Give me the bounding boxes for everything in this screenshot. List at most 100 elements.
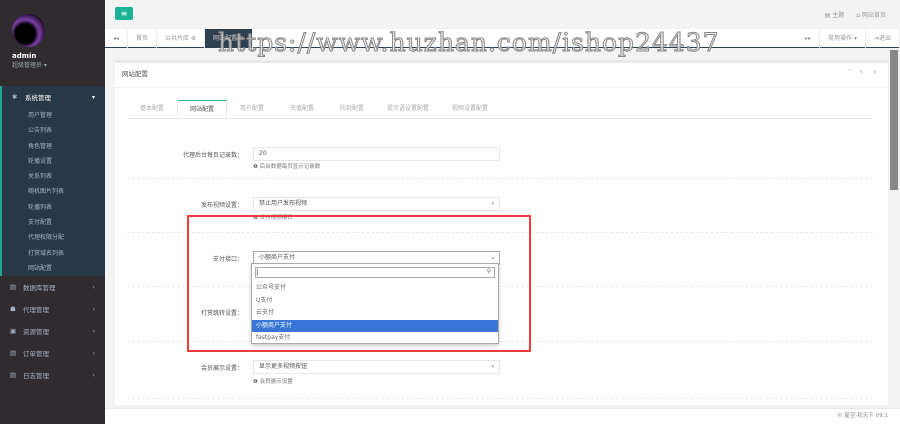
notice-link[interactable]: ▤ 主题 bbox=[825, 10, 845, 19]
help-text: ❶ 后台数据每页显示记录数 bbox=[253, 164, 321, 170]
home-label: 网站首页 bbox=[861, 12, 886, 19]
page-size-input[interactable]: 20 bbox=[253, 147, 500, 161]
menu-icon: ▣ bbox=[10, 327, 17, 336]
gear-icon: ✱ bbox=[12, 93, 18, 101]
menu-icon: ▤ bbox=[10, 349, 17, 358]
help-label: 发布视频接口 bbox=[259, 215, 293, 221]
divider bbox=[127, 178, 873, 179]
help-text: ❶ 会员展示设置 bbox=[253, 379, 293, 385]
dropdown-option[interactable]: fastpay支付 bbox=[252, 332, 498, 345]
sidebar: admin 超级管理员 ▾ ✱ 系统管理 ▾ 用户管理 公告列表 角色管理 轮播设置 关系列… bbox=[0, 0, 105, 424]
dropdown-option[interactable]: 小额商户支付 bbox=[252, 319, 498, 332]
tab-public-library[interactable]: 公共片库 ⊗ bbox=[157, 29, 205, 48]
divider bbox=[127, 286, 873, 287]
logout-button[interactable]: ⇥退出 bbox=[866, 29, 900, 48]
logout-label: 退出 bbox=[878, 35, 891, 42]
form-tab[interactable]: 基本配置 bbox=[127, 100, 177, 118]
nav-system-management[interactable]: ✱ 系统管理 ▾ bbox=[2, 86, 105, 108]
nav-group[interactable]: ▤ 数据库管理 ‹ bbox=[0, 276, 105, 298]
caret-down-icon: ▾ bbox=[491, 201, 494, 207]
nav-sub-item[interactable]: 轮播设置 bbox=[2, 154, 105, 169]
nav-sub-item[interactable]: 公告列表 bbox=[2, 123, 105, 138]
nav-sub-item[interactable]: 网站配置 bbox=[2, 261, 105, 276]
chevron-left-icon: ‹ bbox=[92, 349, 95, 357]
divider bbox=[127, 232, 873, 233]
nav-group[interactable]: ▣ 资源管理 ‹ bbox=[0, 320, 105, 342]
dropdown-option[interactable]: 云支付 bbox=[252, 307, 498, 320]
nav-group[interactable]: ▤ 日志管理 ‹ bbox=[0, 364, 105, 386]
panel-tools[interactable]: ⌃ ✎ ✕ bbox=[846, 69, 880, 76]
video-setting-select[interactable]: 禁止用户发布视频 ▾ bbox=[253, 197, 500, 211]
search-icon: ⚲ bbox=[486, 268, 491, 275]
nav-group[interactable]: ☗ 代理管理 ‹ bbox=[0, 298, 105, 320]
scrollbar[interactable] bbox=[888, 48, 900, 408]
menu-icon: ▤ bbox=[10, 283, 17, 292]
help-label: 后台数据每页显示记录数 bbox=[259, 164, 321, 170]
tab-scroll-left[interactable]: ◂◂ bbox=[105, 29, 129, 48]
form-tabs: 基本配置 网站配置 用户配置 充值配置 防封配置 提示语设置配置 视频设置配置 bbox=[127, 100, 873, 119]
nav-sub-item[interactable]: 随机图片列表 bbox=[2, 184, 105, 199]
form-tab[interactable]: 充值配置 bbox=[277, 100, 327, 118]
nav-sub-item[interactable]: 打赏域名列表 bbox=[2, 246, 105, 261]
chevron-left-icon: ‹ bbox=[92, 305, 95, 313]
nav-group[interactable]: ▤ 订单管理 ‹ bbox=[0, 342, 105, 364]
nav-sub-item[interactable]: 角色管理 bbox=[2, 139, 105, 154]
tab-home[interactable]: 首页 bbox=[128, 29, 158, 48]
select-value: 显示更多视频按钮 bbox=[259, 363, 308, 370]
nav-sub-item[interactable]: 代理权限分配 bbox=[2, 230, 105, 245]
select-value: 小额商户支付 bbox=[259, 254, 296, 261]
divider bbox=[127, 398, 873, 399]
nav-sub-item[interactable]: 轮播列表 bbox=[2, 200, 105, 215]
member-display-select[interactable]: 显示更多视频按钮 ▾ bbox=[253, 360, 500, 374]
nav-group-system: ✱ 系统管理 ▾ 用户管理 公告列表 角色管理 轮播设置 关系列表 随机图片列表 轮播列表 支付配… bbox=[0, 86, 105, 277]
panel-title: 网站配置 bbox=[115, 63, 888, 88]
form-tab[interactable]: 提示语设置配置 bbox=[377, 100, 439, 118]
form-tab[interactable]: 用户配置 bbox=[227, 100, 277, 118]
dropdown-option[interactable]: 公众号支付 bbox=[252, 282, 498, 295]
nav-sub-item[interactable]: 支付配置 bbox=[2, 215, 105, 230]
nav-sub-item[interactable]: 用户管理 bbox=[2, 108, 105, 123]
config-panel: 网站配置 ⌃ ✎ ✕ 基本配置 网站配置 用户配置 充值配置 防封配置 提示语设置配置 视频… bbox=[115, 60, 888, 405]
chevron-left-icon: ‹ bbox=[92, 371, 95, 379]
menu-icon: ☗ bbox=[10, 305, 16, 314]
avatar bbox=[12, 14, 45, 47]
field-label: 发布视频设置： bbox=[200, 202, 243, 209]
form-tab[interactable]: 视频设置配置 bbox=[439, 100, 501, 118]
tab-site-config[interactable]: 网站配置 ⊗ bbox=[204, 29, 253, 48]
home-link[interactable]: ⌂ 网站首页 bbox=[856, 10, 886, 19]
notice-label: 主题 bbox=[832, 12, 845, 19]
nav-label: 资源管理 bbox=[23, 328, 49, 337]
topbar: ≡ ▤ 主题 ⌂ 网站首页 bbox=[105, 0, 900, 29]
dropdown-option[interactable]: U支付 bbox=[252, 295, 498, 308]
nav-label: 订单管理 bbox=[23, 350, 49, 359]
chevron-down-icon: ▾ bbox=[91, 93, 95, 101]
select-value: 禁止用户发布视频 bbox=[259, 200, 308, 207]
tabs-bar: ◂◂ 首页 公共片库 ⊗ 网站配置 ⊗ ▸▸ 常用操作 ▾ ⇥退出 bbox=[105, 29, 900, 48]
common-ops-dropdown[interactable]: 常用操作 ▾ bbox=[820, 29, 866, 48]
help-label: 会员展示设置 bbox=[259, 379, 293, 385]
field-label: 支付接口： bbox=[212, 256, 243, 263]
menu-icon: ▤ bbox=[10, 371, 17, 380]
divider bbox=[127, 341, 873, 342]
scrollbar-thumb[interactable] bbox=[890, 50, 898, 190]
chevron-left-icon: ‹ bbox=[92, 283, 95, 291]
nav-label: 系统管理 bbox=[25, 94, 51, 102]
dropdown-search-input[interactable]: | ⚲ bbox=[255, 267, 495, 278]
profile: admin 超级管理员 ▾ bbox=[0, 0, 105, 86]
user-role-dropdown[interactable]: 超级管理员 ▾ bbox=[12, 60, 105, 69]
chevron-left-icon: ‹ bbox=[92, 327, 95, 335]
menu-toggle-button[interactable]: ≡ bbox=[115, 7, 133, 20]
nav-label: 代理管理 bbox=[23, 306, 49, 315]
form-tab[interactable]: 防封配置 bbox=[327, 100, 377, 118]
field-label: 打赏跳转设置： bbox=[200, 310, 243, 317]
nav-label: 日志管理 bbox=[23, 372, 49, 381]
payment-dropdown: | ⚲ 公众号支付 U支付 云支付 小额商户支付 fastpay支付 bbox=[251, 263, 499, 344]
form-tab[interactable]: 网站配置 bbox=[177, 100, 227, 118]
field-label: 代理后台每页记录数： bbox=[182, 152, 243, 159]
help-text: ❶ 发布视频接口 bbox=[253, 215, 293, 221]
field-label: 会员展示设置： bbox=[200, 365, 243, 372]
tab-scroll-right[interactable]: ▸▸ bbox=[797, 29, 821, 48]
nav-sub-item[interactable]: 关系列表 bbox=[2, 169, 105, 184]
username: admin bbox=[12, 52, 37, 60]
caret-down-icon: ▾ bbox=[491, 364, 494, 370]
